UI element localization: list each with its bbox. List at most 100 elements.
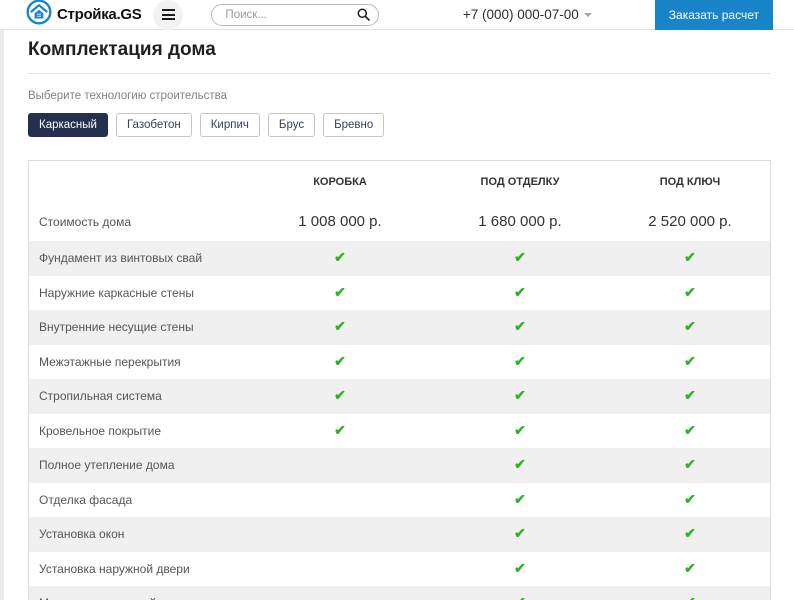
check-icon: ✔ bbox=[514, 387, 526, 403]
check-cell: ✔ bbox=[430, 594, 610, 600]
technology-tabs: Каркасный Газобетон Кирпич Брус Бревно bbox=[28, 113, 771, 137]
check-icon: ✔ bbox=[684, 318, 696, 334]
row-label: Монтаж водосточной системы bbox=[29, 596, 250, 600]
price-pod-klyuch: 2 520 000 р. bbox=[610, 213, 770, 230]
phone-number: +7 (000) 000-07-00 bbox=[463, 7, 579, 22]
check-cell: ✔ bbox=[610, 318, 770, 336]
site-logo[interactable]: Стройка.GS bbox=[26, 0, 141, 30]
check-icon: ✔ bbox=[684, 525, 696, 541]
top-bar: Стройка.GS +7 (000) 000-07-00 Заказать р… bbox=[0, 0, 794, 30]
check-icon: ✔ bbox=[514, 422, 526, 438]
table-row: Фундамент из винтовых свай ✔ ✔ ✔ bbox=[29, 241, 770, 276]
price-pod-otdelku: 1 680 000 р. bbox=[430, 213, 610, 230]
price-row-label: Стоимость дома bbox=[29, 215, 250, 229]
row-label: Отделка фасада bbox=[29, 493, 250, 507]
check-icon: ✔ bbox=[334, 353, 346, 369]
check-cell: ✔ bbox=[430, 491, 610, 509]
check-icon: ✔ bbox=[514, 249, 526, 265]
table-row: Стропильная система ✔ ✔ ✔ bbox=[29, 379, 770, 414]
check-icon: ✔ bbox=[514, 456, 526, 472]
check-cell: ✔ bbox=[610, 525, 770, 543]
check-icon: ✔ bbox=[684, 594, 696, 600]
phone-area: +7 (000) 000-07-00 bbox=[463, 7, 592, 22]
check-icon: ✔ bbox=[514, 353, 526, 369]
check-cell: ✔ bbox=[610, 249, 770, 267]
check-cell: ✔ bbox=[250, 422, 430, 440]
check-cell: ✔ bbox=[610, 560, 770, 578]
table-row: Наружние каркасные стены ✔ ✔ ✔ bbox=[29, 276, 770, 311]
check-cell: ✔ bbox=[430, 456, 610, 474]
table-row: Межэтажные перекрытия ✔ ✔ ✔ bbox=[29, 345, 770, 380]
check-cell: ✔ bbox=[430, 525, 610, 543]
check-icon: ✔ bbox=[334, 318, 346, 334]
row-label: Фундамент из винтовых свай bbox=[29, 251, 250, 265]
check-icon: ✔ bbox=[514, 284, 526, 300]
title-divider bbox=[28, 73, 771, 74]
check-icon: ✔ bbox=[684, 491, 696, 507]
feature-rows: Фундамент из винтовых свай ✔ ✔ ✔ Наружни… bbox=[29, 241, 770, 600]
check-cell: ✔ bbox=[250, 284, 430, 302]
package-comparison-table: КОРОБКА ПОД ОТДЕЛКУ ПОД КЛЮЧ Стоимость д… bbox=[28, 160, 771, 600]
check-cell: ✔ bbox=[430, 353, 610, 371]
page-title: Комплектация дома bbox=[28, 40, 771, 60]
row-label: Наружние каркасные стены bbox=[29, 286, 250, 300]
tab-gazobeton[interactable]: Газобетон bbox=[116, 113, 192, 137]
table-row: Установка окон ✔ ✔ bbox=[29, 517, 770, 552]
tab-kirpich[interactable]: Кирпич bbox=[200, 113, 260, 137]
row-label: Полное утепление дома bbox=[29, 458, 250, 472]
check-cell: ✔ bbox=[250, 353, 430, 371]
check-icon: ✔ bbox=[334, 422, 346, 438]
table-row: Кровельное покрытие ✔ ✔ ✔ bbox=[29, 414, 770, 449]
row-label: Кровельное покрытие bbox=[29, 424, 250, 438]
tab-brevno[interactable]: Бревно bbox=[323, 113, 384, 137]
check-icon: ✔ bbox=[684, 387, 696, 403]
tab-brus[interactable]: Брус bbox=[268, 113, 315, 137]
check-cell: ✔ bbox=[430, 284, 610, 302]
column-header-pod-otdelku: ПОД ОТДЕЛКУ bbox=[430, 176, 610, 188]
check-icon: ✔ bbox=[684, 560, 696, 576]
check-icon: ✔ bbox=[684, 249, 696, 265]
check-cell: ✔ bbox=[610, 387, 770, 405]
search-box bbox=[211, 4, 379, 26]
check-cell: ✔ bbox=[610, 353, 770, 371]
check-icon: ✔ bbox=[334, 387, 346, 403]
check-icon: ✔ bbox=[334, 284, 346, 300]
check-icon: ✔ bbox=[514, 594, 526, 600]
check-icon: ✔ bbox=[514, 318, 526, 334]
table-row: Установка наружной двери ✔ ✔ bbox=[29, 552, 770, 587]
table-row: Внутренние несущие стены ✔ ✔ ✔ bbox=[29, 310, 770, 345]
table-row: Отделка фасада ✔ ✔ bbox=[29, 483, 770, 518]
hamburger-icon bbox=[162, 9, 175, 11]
check-icon: ✔ bbox=[684, 353, 696, 369]
row-label: Внутренние несущие стены bbox=[29, 320, 250, 334]
search-input[interactable] bbox=[211, 4, 379, 26]
check-cell: ✔ bbox=[610, 456, 770, 474]
check-cell: ✔ bbox=[250, 387, 430, 405]
check-icon: ✔ bbox=[334, 249, 346, 265]
table-row: Монтаж водосточной системы ✔ ✔ bbox=[29, 586, 770, 600]
check-cell: ✔ bbox=[610, 491, 770, 509]
row-label: Установка наружной двери bbox=[29, 562, 250, 576]
check-cell: ✔ bbox=[430, 422, 610, 440]
check-cell: ✔ bbox=[430, 249, 610, 267]
row-label: Установка окон bbox=[29, 527, 250, 541]
check-cell: ✔ bbox=[250, 249, 430, 267]
column-header-korobka: КОРОБКА bbox=[250, 176, 430, 188]
check-icon: ✔ bbox=[514, 560, 526, 576]
house-logo-icon bbox=[26, 0, 52, 30]
check-cell: ✔ bbox=[430, 387, 610, 405]
menu-button[interactable] bbox=[153, 0, 183, 30]
order-calculation-button[interactable]: Заказать расчет bbox=[655, 0, 773, 30]
check-cell: ✔ bbox=[430, 560, 610, 578]
check-cell: ✔ bbox=[610, 284, 770, 302]
price-korobka: 1 008 000 р. bbox=[250, 213, 430, 230]
logo-text: Стройка.GS bbox=[57, 6, 141, 23]
check-cell: ✔ bbox=[430, 318, 610, 336]
chevron-down-icon[interactable] bbox=[584, 13, 592, 17]
tab-karkasny[interactable]: Каркасный bbox=[28, 113, 108, 137]
search-icon[interactable] bbox=[357, 8, 370, 26]
check-icon: ✔ bbox=[514, 525, 526, 541]
table-row: Полное утепление дома ✔ ✔ bbox=[29, 448, 770, 483]
row-label: Межэтажные перекрытия bbox=[29, 355, 250, 369]
content: Комплектация дома Выберите технологию ст… bbox=[4, 30, 794, 600]
